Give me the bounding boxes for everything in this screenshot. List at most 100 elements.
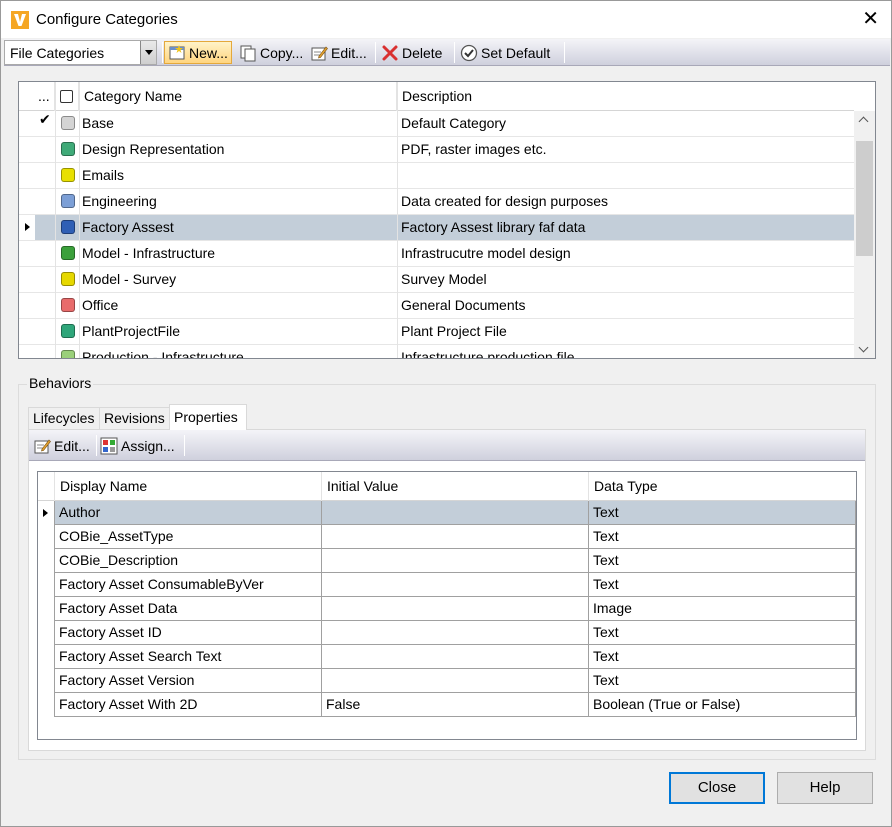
chevron-down-icon[interactable]: [140, 41, 156, 64]
property-row[interactable]: Factory Asset ID Text: [38, 621, 856, 645]
copy-icon: [240, 45, 256, 61]
row-header[interactable]: [38, 573, 55, 597]
category-row[interactable]: Emails: [19, 163, 854, 189]
category-row[interactable]: Production - Infrastructure Infrastructur…: [19, 345, 854, 358]
assign-properties-button[interactable]: Assign...: [100, 434, 175, 457]
category-name-cell: Base: [82, 115, 114, 131]
close-button[interactable]: Close: [669, 772, 765, 804]
initial-value-column-header[interactable]: Initial Value: [322, 472, 589, 501]
edit-button[interactable]: Edit...: [307, 41, 370, 64]
category-row[interactable]: Factory Assest Factory Assest library faf…: [19, 215, 854, 241]
category-row[interactable]: Model - Infrastructure Infrastrucutre mod…: [19, 241, 854, 267]
category-description-cell: Infrastrucutre model design: [401, 245, 571, 261]
delete-button[interactable]: Delete: [378, 41, 445, 64]
edit-icon: [311, 46, 328, 60]
set-default-button-label: Set Default: [481, 44, 551, 61]
data-type-cell: Text: [589, 525, 856, 549]
set-default-button[interactable]: Set Default: [457, 41, 553, 64]
column-divider: [397, 82, 398, 358]
assign-icon: [100, 437, 118, 454]
properties-grid[interactable]: Display Name Initial Value Data Type Aut…: [37, 471, 857, 740]
help-button[interactable]: Help: [777, 772, 873, 804]
row-header[interactable]: [38, 645, 55, 669]
display-name-column-header[interactable]: Display Name: [55, 472, 322, 501]
category-description-cell: Plant Project File: [401, 323, 507, 339]
category-row[interactable]: ✔ Base Default Category: [19, 111, 854, 137]
close-window-button[interactable]: ✕: [862, 8, 879, 30]
initial-value-cell: [322, 621, 589, 645]
row-header[interactable]: [38, 549, 55, 573]
copy-button[interactable]: Copy...: [236, 41, 306, 64]
initial-value-cell: [322, 501, 589, 525]
row-header[interactable]: [38, 693, 55, 717]
property-row[interactable]: Author Text: [38, 501, 856, 525]
category-name-cell: Factory Assest: [82, 219, 174, 235]
data-type-cell: Text: [589, 669, 856, 693]
initial-value-cell: [322, 525, 589, 549]
row-header[interactable]: [38, 669, 55, 693]
tab-lifecycles[interactable]: Lifecycles: [28, 407, 100, 429]
property-row[interactable]: COBie_Description Text: [38, 549, 856, 573]
toolbar-separator: [375, 42, 376, 63]
row-header[interactable]: [38, 597, 55, 621]
category-description-cell: Default Category: [401, 115, 507, 131]
property-row[interactable]: Factory Asset ConsumableByVer Text: [38, 573, 856, 597]
display-name-cell: Factory Asset Search Text: [55, 645, 322, 669]
categories-vertical-scrollbar[interactable]: [854, 111, 875, 358]
categories-grid-header: ... Category Name Description: [19, 82, 854, 111]
category-color-swatch: [61, 168, 75, 182]
scroll-up-icon[interactable]: [854, 111, 875, 131]
row-header-column: [38, 472, 55, 501]
column-divider: [79, 82, 80, 358]
column-divider: [55, 82, 56, 358]
configure-categories-dialog: File Categories New... Copy... Edit... D…: [0, 38, 892, 827]
edit-properties-label: Edit...: [54, 437, 90, 454]
row-header[interactable]: [38, 501, 55, 525]
data-type-cell: Boolean (True or False): [589, 693, 856, 717]
property-row[interactable]: Factory Asset With 2D False Boolean (True …: [38, 693, 856, 717]
data-type-column-header[interactable]: Data Type: [589, 472, 856, 501]
display-name-cell: Factory Asset ID: [55, 621, 322, 645]
main-toolbar: File Categories New... Copy... Edit... D…: [4, 39, 890, 66]
category-row[interactable]: PlantProjectFile Plant Project File: [19, 319, 854, 345]
default-column-header[interactable]: ...: [35, 82, 55, 111]
initial-value-cell: [322, 597, 589, 621]
property-row[interactable]: Factory Asset Data Image: [38, 597, 856, 621]
category-row[interactable]: Engineering Data created for design purpo…: [19, 189, 854, 215]
property-row[interactable]: Factory Asset Version Text: [38, 669, 856, 693]
display-name-cell: Author: [55, 501, 322, 525]
edit-properties-button[interactable]: Edit...: [33, 434, 90, 457]
scroll-thumb[interactable]: [856, 141, 873, 256]
tab-properties[interactable]: Properties: [169, 404, 247, 430]
category-row[interactable]: Design Representation PDF, raster images …: [19, 137, 854, 163]
row-header[interactable]: [38, 525, 55, 549]
initial-value-cell: [322, 549, 589, 573]
data-type-cell: Text: [589, 549, 856, 573]
tab-revisions[interactable]: Revisions: [99, 407, 170, 429]
category-row[interactable]: Model - Survey Survey Model: [19, 267, 854, 293]
default-check-icon: ✔: [39, 111, 51, 127]
category-color-swatch: [61, 220, 75, 234]
category-type-dropdown[interactable]: File Categories: [4, 40, 157, 65]
category-name-column-header[interactable]: Category Name: [79, 82, 397, 111]
new-button[interactable]: New...: [164, 41, 232, 64]
category-description-cell: PDF, raster images etc.: [401, 141, 547, 157]
category-row[interactable]: Office General Documents: [19, 293, 854, 319]
new-button-label: New...: [189, 44, 228, 61]
category-color-swatch: [61, 194, 75, 208]
select-all-checkbox[interactable]: [60, 90, 73, 103]
properties-grid-header: Display Name Initial Value Data Type: [38, 472, 856, 501]
category-name-cell: Office: [82, 297, 119, 313]
row-header[interactable]: [38, 621, 55, 645]
category-description-cell: Data created for design purposes: [401, 193, 609, 209]
category-name-cell: Model - Infrastructure: [82, 245, 216, 261]
property-row[interactable]: Factory Asset Search Text Text: [38, 645, 856, 669]
category-name-cell: Model - Survey: [82, 271, 177, 287]
scroll-down-icon[interactable]: [854, 340, 875, 358]
toolbar-separator: [564, 42, 565, 63]
property-row[interactable]: COBie_AssetType Text: [38, 525, 856, 549]
description-column-header[interactable]: Description: [397, 82, 854, 111]
edit-icon: [34, 439, 51, 453]
initial-value-cell: [322, 645, 589, 669]
categories-grid[interactable]: ... Category Name Description ✔ Base Defau…: [18, 81, 876, 359]
